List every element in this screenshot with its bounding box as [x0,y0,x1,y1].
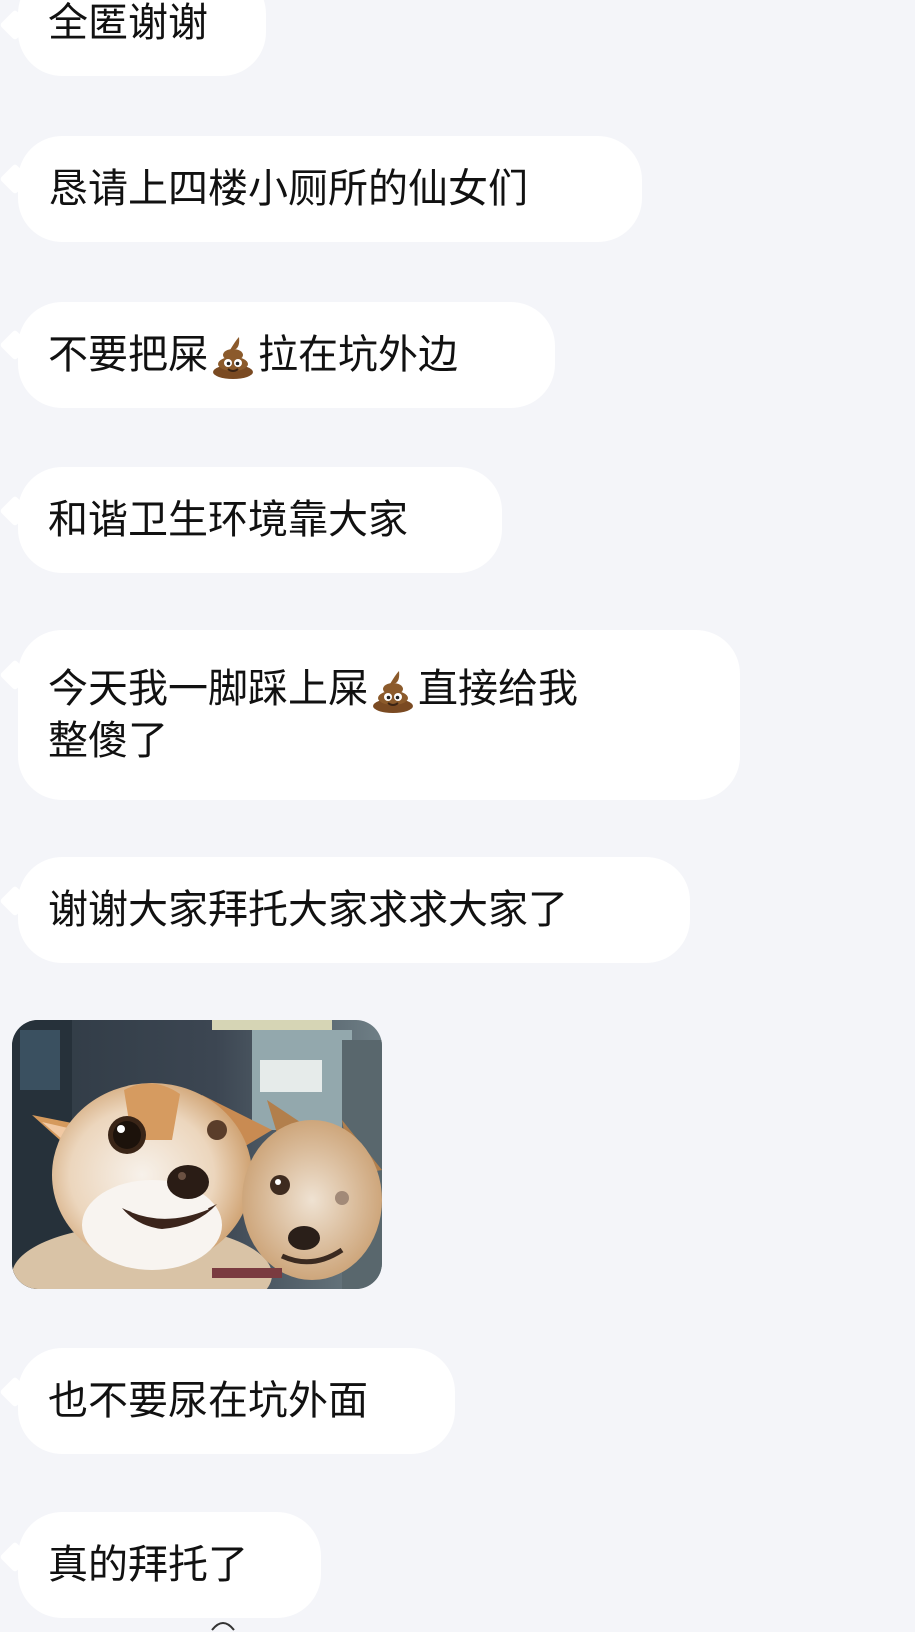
message-text: 恳请上四楼小厕所的仙女们 [48,166,528,212]
message-text-part: 今天我一脚踩上屎 [48,666,368,712]
message-text-part: 直接给我 [418,666,578,712]
message-text: 真的拜托了 [48,1542,248,1588]
chat-message-list[interactable]: 全匿谢谢 恳请上四楼小厕所的仙女们 不要把屎 拉在坑外边 和谐卫生环境靠大家 今… [0,0,915,1631]
message-text-line: 整傻了 [48,718,168,764]
message-text: 谢谢大家拜托大家求求大家了 [48,887,568,933]
message-bubble[interactable]: 恳请上四楼小厕所的仙女们 [18,136,642,242]
message-bubble[interactable]: 谢谢大家拜托大家求求大家了 [18,857,690,963]
message-bubble[interactable]: 也不要尿在坑外面 [18,1348,455,1454]
message-bubble[interactable]: 真的拜托了 [18,1512,321,1618]
poop-emoji-icon [373,671,413,713]
message-text-part: 拉在坑外边 [258,332,458,378]
message-text: 和谐卫生环境靠大家 [48,497,408,543]
partial-icon [211,1622,235,1631]
message-text: 全匿谢谢 [48,0,208,46]
message-bubble[interactable]: 全匿谢谢 [18,0,266,76]
message-text-line: 今天我一脚踩上屎 直接给我 [48,663,710,715]
message-text-part: 不要把屎 [48,332,208,378]
message-bubble[interactable]: 和谐卫生环境靠大家 [18,467,502,573]
chihuahua-photo-image [12,1020,382,1289]
message-bubble[interactable]: 今天我一脚踩上屎 直接给我 整傻了 [18,630,740,800]
message-text: 不要把屎 拉在坑外边 [48,329,458,381]
image-message[interactable] [12,1020,382,1289]
message-bubble[interactable]: 不要把屎 拉在坑外边 [18,302,555,408]
poop-emoji-icon [213,337,253,379]
message-text: 也不要尿在坑外面 [48,1378,368,1424]
